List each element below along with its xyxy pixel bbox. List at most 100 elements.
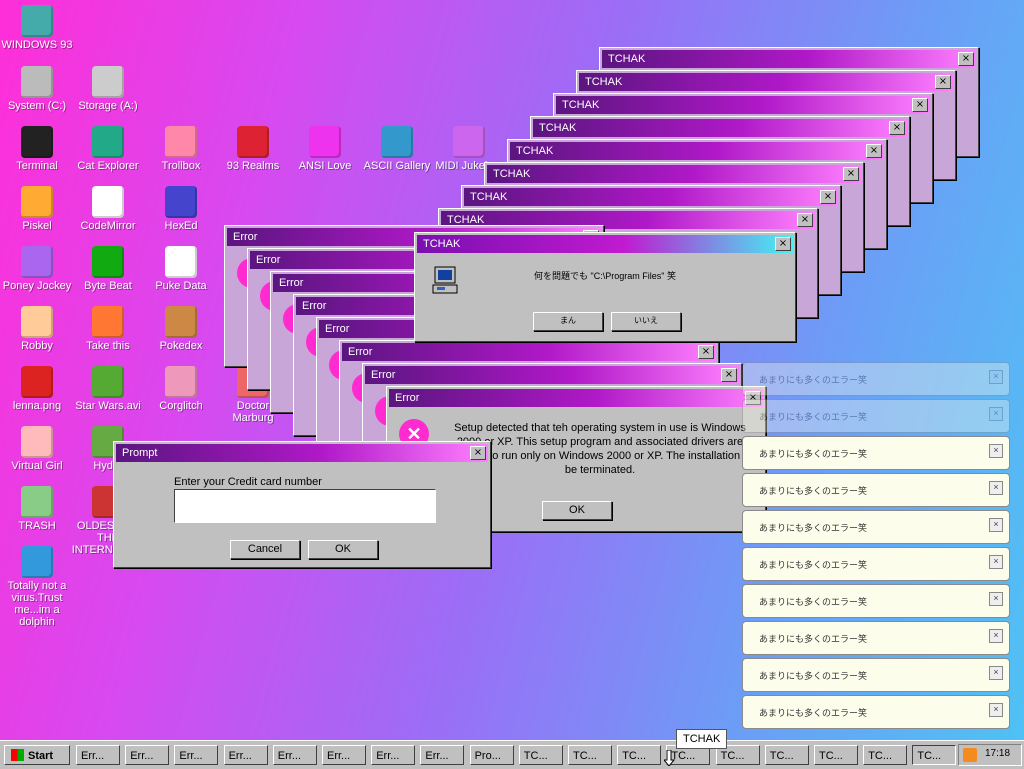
desktop-icon-12[interactable]: CodeMirror xyxy=(71,186,145,232)
taskbar-window-button[interactable]: Err... xyxy=(322,745,366,765)
desktop-icon-15[interactable]: Byte Beat xyxy=(71,246,145,292)
notification-close-button[interactable]: × xyxy=(989,518,1003,532)
taskbar-window-button[interactable]: TC... xyxy=(912,745,957,765)
credit-card-input[interactable] xyxy=(174,489,436,523)
ok-button[interactable]: OK xyxy=(542,501,612,520)
notification[interactable]: あまりにも多くのエラー笑 × xyxy=(742,584,1010,618)
notification[interactable]: あまりにも多くのエラー笑 × xyxy=(742,510,1010,544)
close-button[interactable]: × xyxy=(843,167,859,181)
close-button[interactable]: × xyxy=(797,213,813,227)
close-button[interactable]: × xyxy=(912,98,928,112)
notification[interactable]: あまりにも多くのエラー笑 × xyxy=(742,473,1010,507)
desktop-icon-14[interactable]: Poney Jockey xyxy=(0,246,74,292)
ok-button[interactable]: OK xyxy=(308,540,378,559)
notification-close-button[interactable]: × xyxy=(989,481,1003,495)
desktop-icon-label: Take this xyxy=(86,340,130,352)
start-button[interactable]: Start xyxy=(4,745,70,765)
image-file-icon xyxy=(21,366,53,398)
desktop-icon-26[interactable]: TRASH xyxy=(0,486,74,532)
notification-close-button[interactable]: × xyxy=(989,407,1003,421)
close-button[interactable]: × xyxy=(935,75,951,89)
desktop-icon-21[interactable]: Star Wars.avi xyxy=(71,366,145,412)
yes-button[interactable]: まん xyxy=(533,312,603,331)
desktop-icon-18[interactable]: Take this xyxy=(71,306,145,352)
desktop-icon-1[interactable]: WINDOWS 93 xyxy=(0,5,74,51)
desktop-icon-20[interactable]: lenna.png xyxy=(0,366,74,412)
notification[interactable]: あまりにも多くのエラー笑 × xyxy=(742,399,1010,433)
notification-close-button[interactable]: × xyxy=(989,629,1003,643)
no-button[interactable]: いいえ xyxy=(611,312,681,331)
prompt-dialog-title[interactable]: Prompt × xyxy=(116,444,488,462)
window-title-bar[interactable]: TCHAK × xyxy=(487,165,861,183)
window-title-bar[interactable]: TCHAK × xyxy=(556,96,930,114)
mouse-cursor-icon xyxy=(662,749,676,767)
close-button[interactable]: × xyxy=(698,345,714,359)
notification[interactable]: あまりにも多くのエラー笑 × xyxy=(742,658,1010,692)
taskbar-window-button[interactable]: Err... xyxy=(223,745,268,765)
notification[interactable]: あまりにも多くのエラー笑 × xyxy=(742,436,1010,470)
close-button[interactable]: × xyxy=(721,368,737,382)
close-button[interactable]: × xyxy=(775,237,791,251)
notification-text: あまりにも多くのエラー笑 xyxy=(759,671,868,681)
tchak-dialog-title[interactable]: TCHAK × xyxy=(417,235,793,253)
notification[interactable]: あまりにも多くのエラー笑 × xyxy=(742,362,1010,396)
taskbar-window-button[interactable]: TC... xyxy=(814,745,858,765)
notification-close-button[interactable]: × xyxy=(989,370,1003,384)
taskbar-window-button[interactable]: Err... xyxy=(371,745,416,765)
notification-close-button[interactable]: × xyxy=(989,592,1003,606)
close-button[interactable]: × xyxy=(866,144,882,158)
window-title-bar[interactable]: TCHAK × xyxy=(533,119,907,137)
taskbar-window-button[interactable]: Pro... xyxy=(469,745,514,765)
notification[interactable]: あまりにも多くのエラー笑 × xyxy=(742,547,1010,581)
notification[interactable]: あまりにも多くのエラー笑 × xyxy=(742,695,1010,729)
window-title-bar[interactable]: TCHAK × xyxy=(579,73,953,91)
taskbar-window-button[interactable]: Err... xyxy=(76,745,120,765)
taskbar-window-button[interactable]: TC... xyxy=(863,745,908,765)
close-button[interactable]: × xyxy=(820,190,836,204)
taskbar-window-button[interactable]: TC... xyxy=(764,745,809,765)
window-title-bar[interactable]: TCHAK × xyxy=(510,142,884,160)
notification-close-button[interactable]: × xyxy=(989,703,1003,717)
taskbar-window-button[interactable]: Err... xyxy=(125,745,170,765)
close-button[interactable]: × xyxy=(470,446,486,460)
close-button[interactable]: × xyxy=(889,121,905,135)
window-title-bar[interactable]: TCHAK × xyxy=(602,50,976,68)
tchak-message: 何を問題でも "C:\Program Files" 笑 xyxy=(534,271,676,281)
error-dialog-title[interactable]: Error × xyxy=(389,389,763,407)
desktop-icon-8[interactable]: ANSI Love xyxy=(288,126,362,172)
notification[interactable]: あまりにも多くのエラー笑 × xyxy=(742,621,1010,655)
taskbar-window-button[interactable]: TC... xyxy=(617,745,662,765)
notification-close-button[interactable]: × xyxy=(989,555,1003,569)
desktop-icon-22[interactable]: Corglitch xyxy=(144,366,218,412)
desktop-icon-9[interactable]: ASCII Gallery xyxy=(360,126,434,172)
rss-icon[interactable] xyxy=(963,748,977,762)
window-title-bar[interactable]: Error× xyxy=(365,366,739,384)
desktop-icon-28[interactable]: Totally not a virus.Trust me...im a dolp… xyxy=(0,546,74,628)
taskbar-window-button[interactable]: TC... xyxy=(568,745,612,765)
desktop-icon-3[interactable]: Storage (A:) xyxy=(71,66,145,112)
desktop-icon-label: Trollbox xyxy=(161,160,201,172)
desktop-icon-19[interactable]: Pokedex xyxy=(144,306,218,352)
notification-close-button[interactable]: × xyxy=(989,666,1003,680)
desktop-icon-6[interactable]: Trollbox xyxy=(144,126,218,172)
window-title-bar[interactable]: Error× xyxy=(342,343,716,361)
desktop-icon-5[interactable]: Cat Explorer xyxy=(71,126,145,172)
desktop-icon-2[interactable]: System (C:) xyxy=(0,66,74,112)
taskbar-window-button[interactable]: Err... xyxy=(174,745,219,765)
computer-icon xyxy=(431,265,459,295)
desktop-icon-13[interactable]: HexEd xyxy=(144,186,218,232)
taskbar-window-button[interactable]: Err... xyxy=(272,745,317,765)
taskbar-window-button[interactable]: Err... xyxy=(420,745,465,765)
dolphin-icon xyxy=(21,546,53,578)
close-button[interactable]: × xyxy=(958,52,974,66)
window-title-bar[interactable]: TCHAK × xyxy=(464,188,838,206)
desktop-icon-7[interactable]: 93 Realms xyxy=(216,126,290,172)
notification-close-button[interactable]: × xyxy=(989,444,1003,458)
desktop-icon-4[interactable]: Terminal xyxy=(0,126,74,172)
taskbar-window-button[interactable]: TC... xyxy=(518,745,563,765)
desktop-icon-16[interactable]: Puke Data xyxy=(144,246,218,292)
desktop-icon-23[interactable]: Virtual Girl xyxy=(0,426,74,472)
desktop-icon-11[interactable]: Piskel xyxy=(0,186,74,232)
desktop-icon-17[interactable]: Robby xyxy=(0,306,74,352)
cancel-button[interactable]: Cancel xyxy=(230,540,300,559)
